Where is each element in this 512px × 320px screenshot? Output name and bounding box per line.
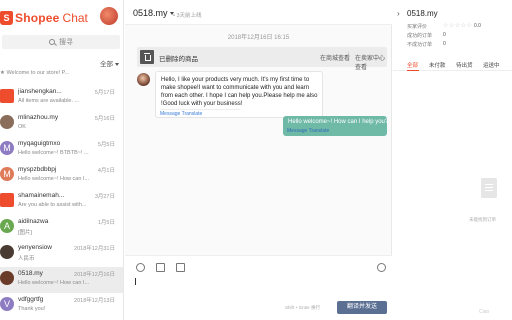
outgoing-translate-link[interactable]: Message Translate bbox=[287, 128, 329, 134]
tab-unpaid[interactable]: 未付款 bbox=[429, 61, 446, 69]
conversation-date: 5月16日 bbox=[94, 116, 115, 122]
deleted-product-icon bbox=[140, 50, 154, 64]
conversation-avatar: V bbox=[0, 297, 14, 311]
brand-name: Shopee bbox=[15, 11, 60, 25]
brand-suffix: Chat bbox=[62, 11, 88, 25]
empty-orders-text: 未能找到订单 bbox=[469, 217, 496, 222]
active-tab-indicator bbox=[407, 70, 419, 71]
conversation-preview: Hello welcome~! How can I... bbox=[18, 280, 90, 286]
search-placeholder: 搜寻 bbox=[59, 39, 73, 46]
search-input[interactable]: 搜寻 bbox=[2, 35, 120, 49]
incoming-message: Hello, I like your products very much. I… bbox=[155, 71, 323, 118]
online-status: • 3天前上线 bbox=[173, 13, 202, 19]
conversation-item[interactable]: jianshengkan... 5月17日 All items are availa… bbox=[0, 85, 123, 111]
watermark: Ciao bbox=[479, 309, 490, 315]
conversation-name: shamainemah... bbox=[18, 192, 65, 199]
conversation-item[interactable]: Vvdfggrtfg 2018年12月13日 Thank you! bbox=[0, 293, 123, 319]
conversation-date: 4月1日 bbox=[97, 168, 115, 174]
conversation-name: myspzbdbbpj bbox=[18, 166, 57, 173]
conversation-item[interactable]: 0518.my 2018年12月16日 Hello welcome~! How ca… bbox=[0, 267, 123, 293]
chat-user-dropdown[interactable]: 0518.my bbox=[133, 8, 174, 18]
rating-stars: ☆☆☆☆☆ bbox=[443, 23, 473, 29]
chat-panel: 0518.my • 3天前上线 2018年12月16日 16:15 已删除的商品… bbox=[125, 0, 392, 320]
conversation-preview: Hello welcome~! How can I... bbox=[18, 176, 90, 182]
incoming-translate-link[interactable]: Message Translate bbox=[160, 109, 240, 117]
buyer-info-panel: › 0518.my 买家评价 ☆☆☆☆☆ 0.0 成功的订单 0 不成功订单 0… bbox=[393, 0, 512, 320]
conversation-date: 2018年12月13日 bbox=[74, 298, 115, 304]
conversation-item[interactable]: mlinazhou.my 5月16日 OK bbox=[0, 111, 123, 137]
successful-orders-label: 成功的订单 bbox=[407, 33, 433, 39]
tab-shipping[interactable]: 运送中 bbox=[483, 61, 500, 69]
chevron-right-icon[interactable]: › bbox=[397, 9, 400, 18]
newline-hint: Shift + Enter 换行 bbox=[285, 305, 321, 310]
successful-orders-value: 0 bbox=[443, 32, 446, 38]
conversation-avatar: A bbox=[0, 219, 14, 233]
conversation-preview: [图片] bbox=[18, 230, 33, 236]
buyer-name: 0518.my bbox=[407, 9, 438, 18]
tab-to-ship[interactable]: 待出货 bbox=[456, 61, 473, 69]
empty-orders-icon bbox=[481, 178, 497, 198]
search-icon bbox=[49, 39, 55, 45]
shop-avatar-icon bbox=[0, 89, 14, 103]
unsuccessful-orders-label: 不成功订单 bbox=[407, 42, 433, 48]
conversation-date: 5月17日 bbox=[94, 90, 115, 96]
tab-all[interactable]: 全部 bbox=[407, 61, 418, 69]
translate-send-button[interactable]: 翻译并发送 bbox=[337, 301, 387, 314]
chat-header: 0518.my • 3天前上线 bbox=[125, 0, 392, 25]
message-composer[interactable]: Shift + Enter 换行 翻译并发送 bbox=[125, 255, 392, 320]
order-tabs: 全部 未付款 待出货 运送中 bbox=[393, 59, 512, 71]
brand: S Shopee Chat bbox=[0, 9, 88, 27]
view-in-seller-center-link[interactable]: 在卖家中心查看 bbox=[355, 53, 387, 71]
conversation-preview: 人民币 bbox=[18, 256, 35, 262]
chat-user-name: 0518.my bbox=[133, 8, 168, 18]
buyer-avatar bbox=[137, 73, 150, 86]
conversation-avatar bbox=[0, 115, 14, 129]
conversation-preview: ★ Welcome to our store! P... bbox=[0, 70, 70, 76]
product-icon[interactable] bbox=[176, 263, 185, 272]
conversation-name: mlinazhou.my bbox=[18, 114, 59, 121]
text-cursor bbox=[135, 278, 136, 285]
conversation-sidebar: S Shopee Chat 搜寻 全部 ★ Welcome to our sto… bbox=[0, 0, 124, 320]
emoji-icon[interactable] bbox=[136, 263, 145, 272]
shopee-logo-icon: S bbox=[0, 11, 13, 25]
conversation-item[interactable]: Mmyspzbdbbpj 4月1日 Hello welcome~! How can … bbox=[0, 163, 123, 189]
conversation-item[interactable]: Aaidilnazwa 1月5日 [图片] bbox=[0, 215, 123, 241]
conversation-avatar bbox=[0, 245, 14, 259]
buyer-rating-label: 买家评价 bbox=[407, 24, 428, 30]
conversation-preview: Thank you! bbox=[18, 306, 46, 312]
conversation-item[interactable]: yenyensiow 2018年12月31日 人民币 bbox=[0, 241, 123, 267]
view-in-mall-link[interactable]: 在商城查看 bbox=[320, 53, 350, 62]
product-card-label: 已删除的商品 bbox=[159, 56, 198, 63]
conversation-item[interactable]: shamainemah... 3月27日 Are you able to assis… bbox=[0, 189, 123, 215]
outgoing-message: Hello welcome~! How can I help you? Mess… bbox=[283, 116, 389, 136]
quick-reply-icon[interactable] bbox=[377, 263, 386, 272]
conversation-preview: Hello welcome~! BTBTB~! ... bbox=[18, 150, 89, 156]
conversation-name: myqaguigtmxo bbox=[18, 140, 61, 147]
link-separator: | bbox=[348, 52, 350, 58]
incoming-message-text: Hello, I like your products very much. I… bbox=[161, 77, 318, 107]
account-avatar[interactable] bbox=[100, 7, 118, 25]
conversation-date: 2018年12月16日 bbox=[74, 272, 115, 278]
buyer-rating-value: 0.0 bbox=[474, 23, 481, 29]
outgoing-message-text: Hello welcome~! How can I help you? bbox=[288, 119, 389, 125]
product-card: 已删除的商品 在商城查看 | 在卖家中心查看 bbox=[137, 47, 387, 71]
conversation-avatar bbox=[0, 271, 14, 285]
message-timestamp: 2018年12月16日 16:15 bbox=[227, 35, 290, 41]
shop-avatar-icon bbox=[0, 193, 14, 207]
conversation-preview: All items are available. ... bbox=[18, 98, 80, 104]
conversation-item[interactable]: Mmyqaguigtmxo 5月5日 Hello welcome~! BTBTB~!… bbox=[0, 137, 123, 163]
conversation-preview: OK bbox=[18, 124, 26, 130]
conversation-date: 1月5日 bbox=[97, 220, 115, 226]
conversation-avatar: M bbox=[0, 141, 14, 155]
conversation-name: aidilnazwa bbox=[18, 218, 49, 225]
unsuccessful-orders-value: 0 bbox=[443, 41, 446, 47]
conversation-date: 3月27日 bbox=[94, 194, 115, 200]
conversation-name: jianshengkan... bbox=[18, 88, 62, 95]
conversation-date: 2018年12月31日 bbox=[74, 246, 115, 252]
conversation-avatar: M bbox=[0, 167, 14, 181]
conversation-preview: Are you able to assist with... bbox=[18, 202, 87, 208]
conversation-date: 5月5日 bbox=[97, 142, 115, 148]
image-icon[interactable] bbox=[156, 263, 165, 272]
chat-app: S Shopee Chat 搜寻 全部 ★ Welcome to our sto… bbox=[0, 0, 512, 320]
